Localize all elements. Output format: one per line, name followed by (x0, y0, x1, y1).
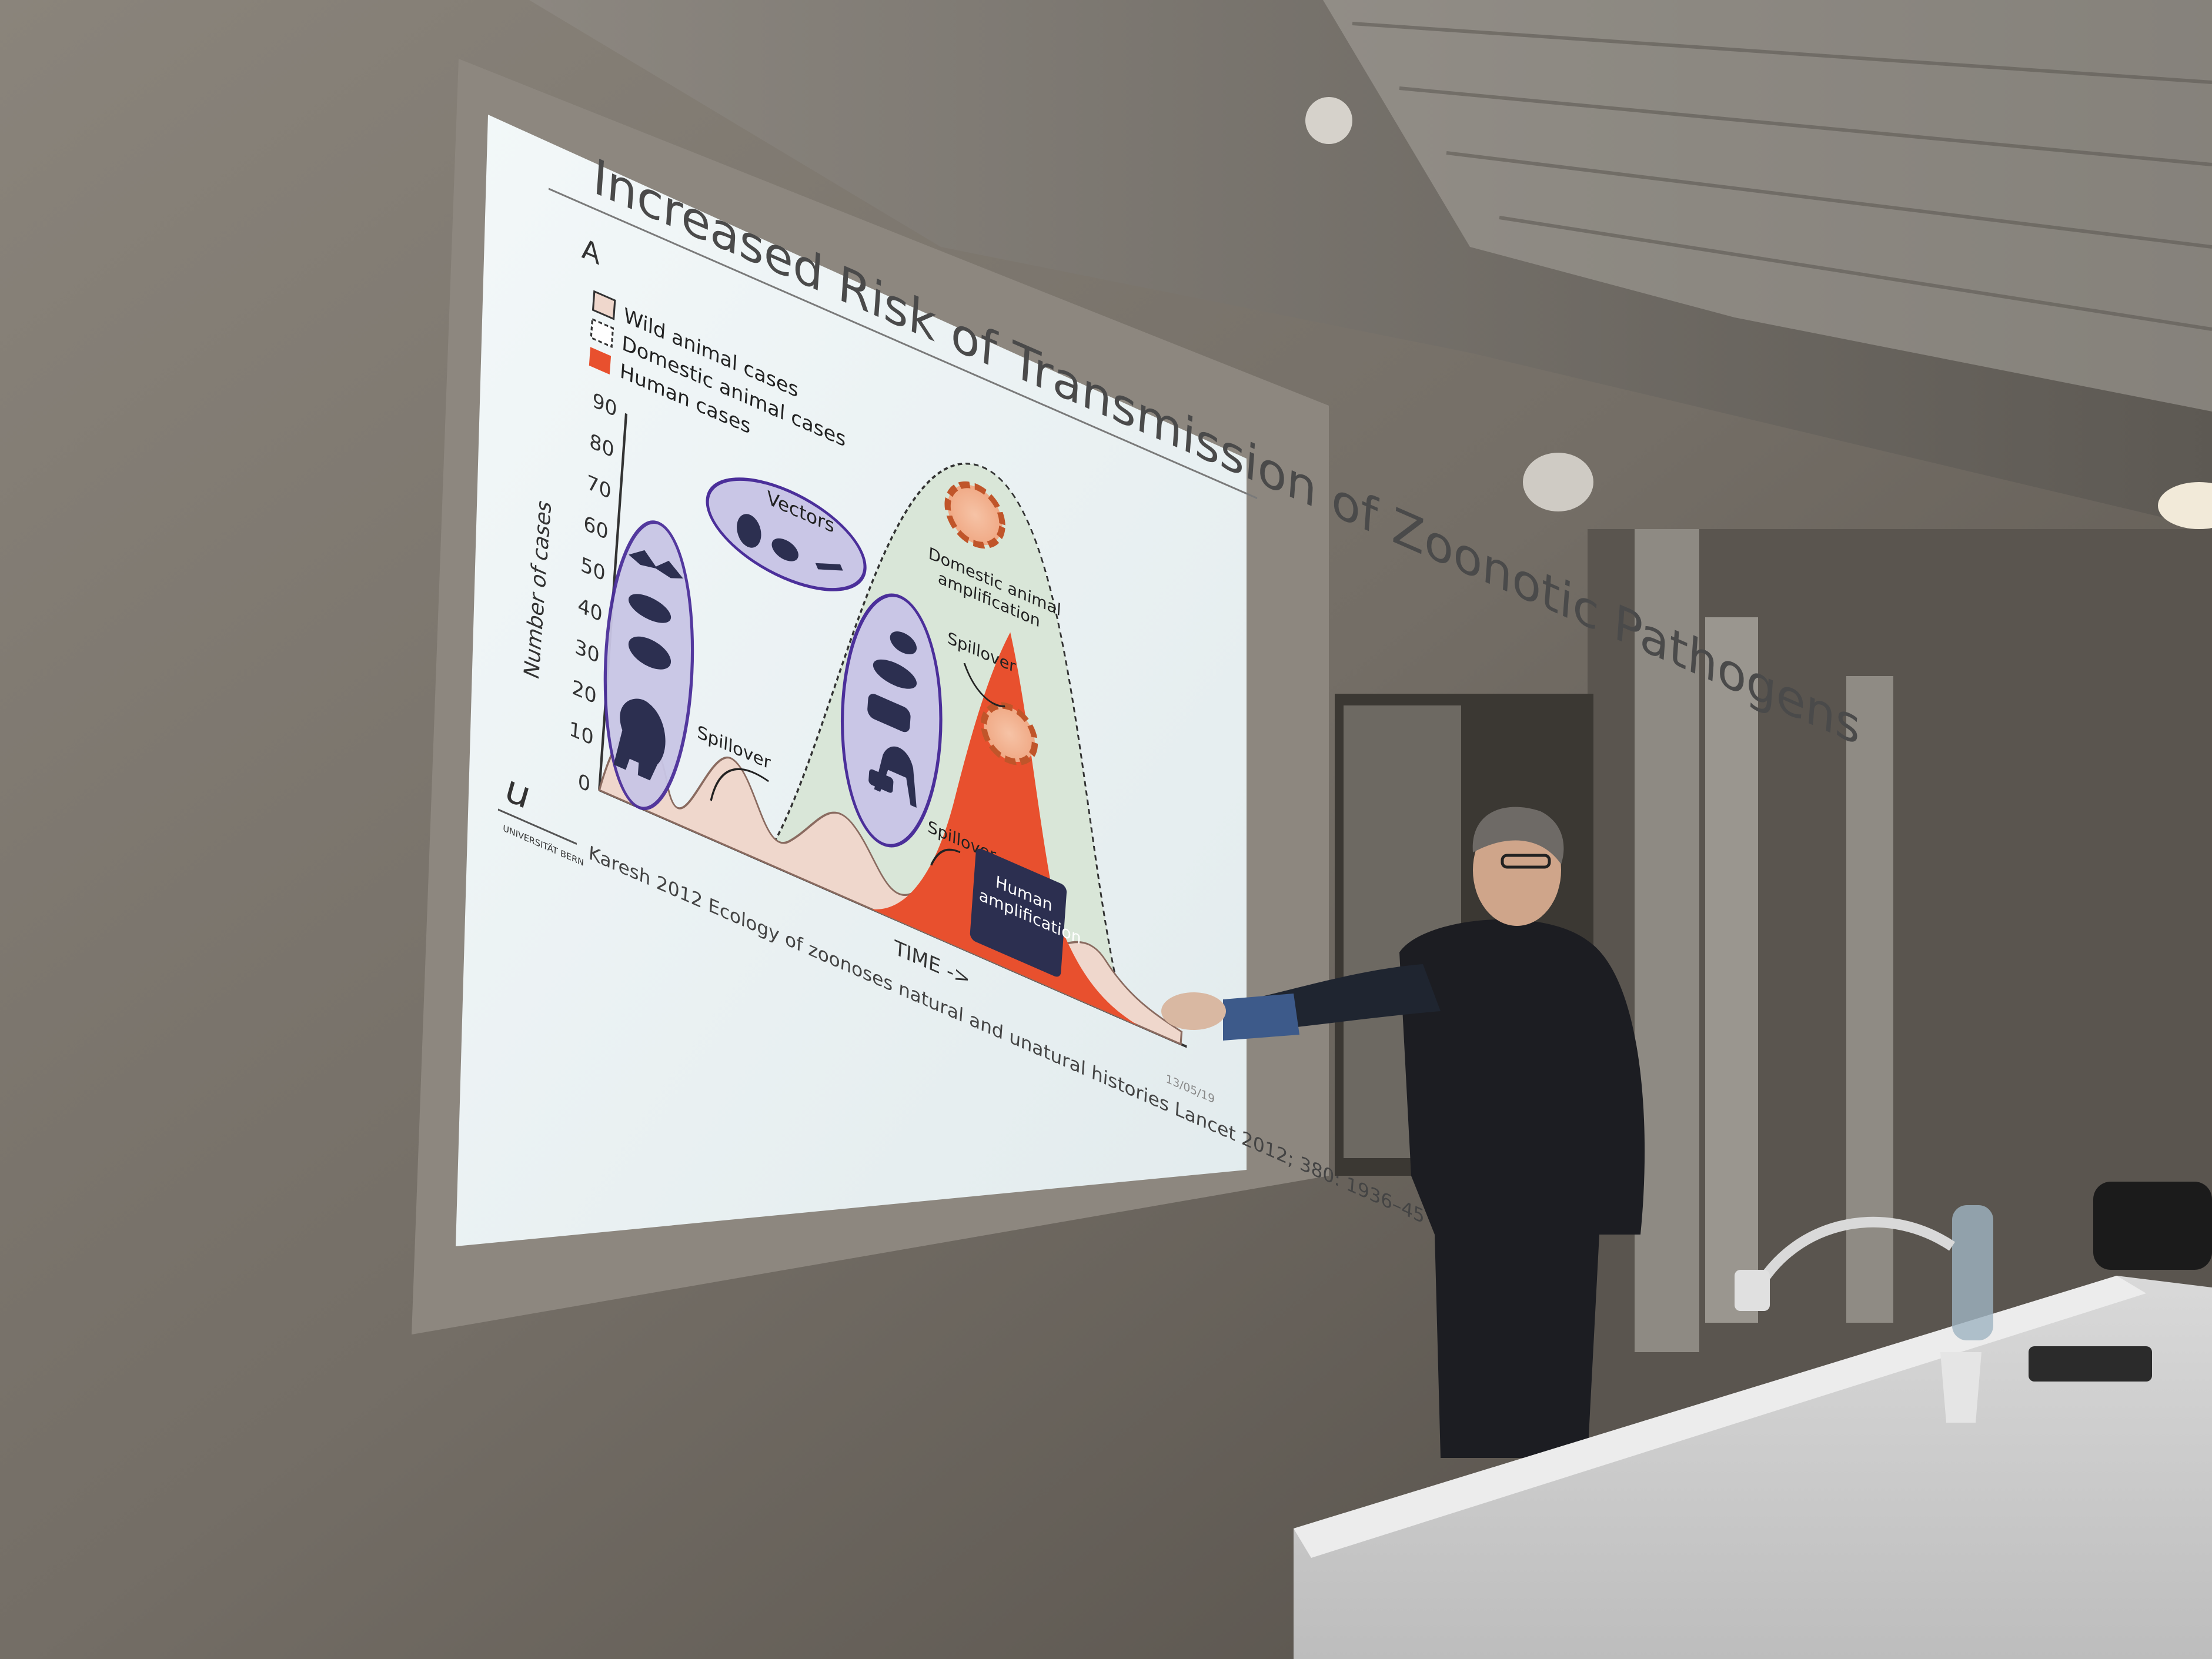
water-bottle (1952, 1205, 1993, 1340)
projector-device (2029, 1346, 2152, 1382)
presenter-sleeve (1223, 994, 1299, 1041)
office-chair (2093, 1182, 2212, 1270)
speaker-box (1523, 453, 1593, 511)
photo-scene: Increased Risk of Transmission of Zoonot… (0, 0, 2212, 1659)
smoke-detector (1305, 97, 1352, 144)
document-camera-head (1735, 1270, 1770, 1311)
duct-pipe-1 (1705, 617, 1758, 1323)
plastic-cup (1940, 1352, 1982, 1423)
presenter-hand (1161, 992, 1226, 1030)
